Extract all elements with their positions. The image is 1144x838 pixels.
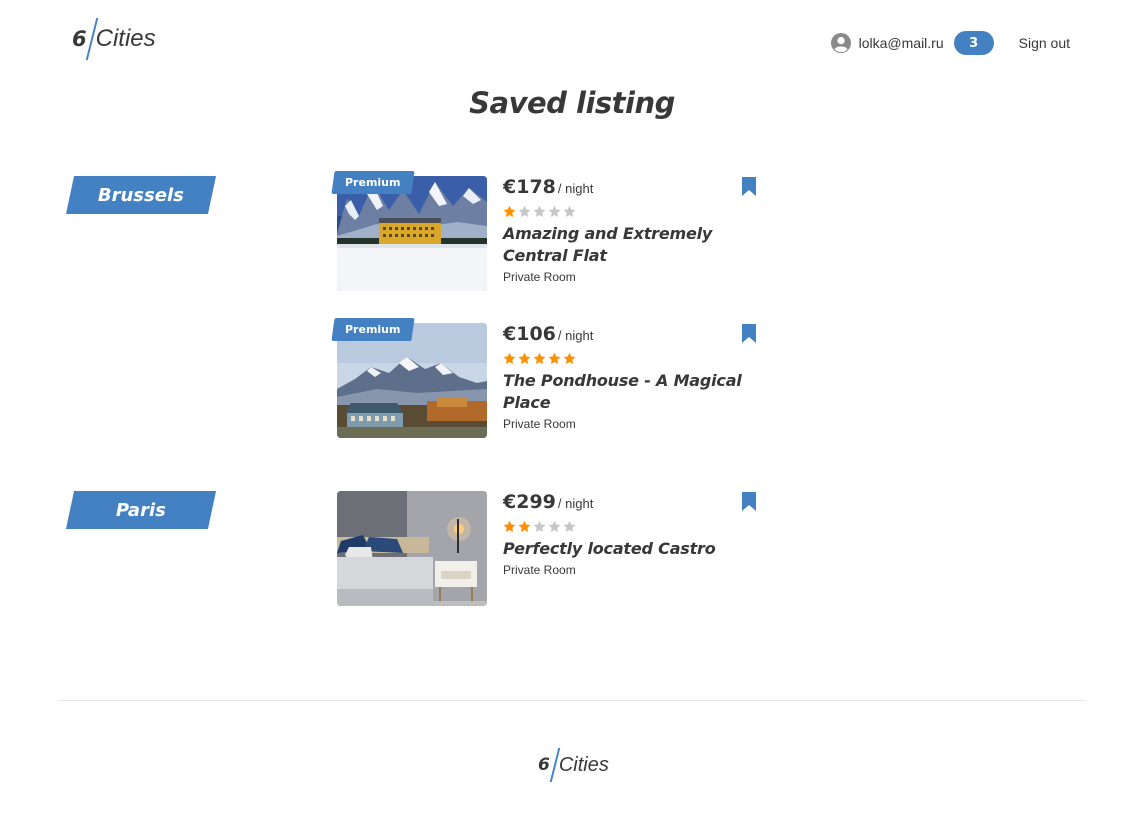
price-period: / night xyxy=(557,496,594,511)
city-tag-brussels[interactable]: Brussels xyxy=(65,176,217,214)
logo-number: 6 xyxy=(72,27,87,51)
star-icon xyxy=(548,352,561,364)
place-card: Premium €178 / night Amazing and Extreme… xyxy=(331,171,761,292)
star-icon xyxy=(563,205,576,217)
price-period: / night xyxy=(557,181,594,196)
page-header: 6 Cities lolka@mail.ru 3 Sign out xyxy=(0,0,1144,84)
place-card-name[interactable]: Amazing and Extremely Central Flat xyxy=(503,223,753,267)
place-name-text: The Pondhouse - A Magical Place xyxy=(503,371,742,412)
price-period: / night xyxy=(557,328,594,343)
logo-text: Cities xyxy=(558,753,609,776)
place-card-info: €178 / night Amazing and Extremely Centr… xyxy=(503,176,761,284)
place-card-info: €299 / night Perfectly located Castro Pr… xyxy=(503,491,761,577)
star-icon xyxy=(503,205,516,217)
rating-stars xyxy=(503,203,761,219)
place-card: €299 / night Perfectly located Castro Pr… xyxy=(337,491,761,607)
footer-divider xyxy=(58,700,1086,701)
premium-mark: Premium xyxy=(331,171,415,194)
place-name-text: Amazing and Extremely Central Flat xyxy=(503,224,713,265)
header-logo[interactable]: 6 Cities xyxy=(72,18,156,60)
star-icon xyxy=(503,520,516,532)
logo-number: 6 xyxy=(538,755,550,775)
bedroom-image xyxy=(337,491,487,606)
price-row: €106 / night xyxy=(503,323,761,349)
price-value: €299 xyxy=(503,491,556,513)
rating-stars xyxy=(503,350,761,366)
sign-out-link[interactable]: Sign out xyxy=(1019,35,1070,51)
city-tag-label: Brussels xyxy=(98,184,184,206)
star-icon xyxy=(548,520,561,532)
bookmark-icon[interactable] xyxy=(741,492,757,512)
star-icon xyxy=(518,205,531,217)
premium-label: Premium xyxy=(345,323,401,336)
place-card-image[interactable] xyxy=(337,491,487,606)
page-title: Saved listing xyxy=(469,86,675,120)
premium-mark: Premium xyxy=(331,318,415,341)
place-name-text: Perfectly located Castro xyxy=(503,539,716,558)
star-icon xyxy=(518,352,531,364)
star-icon xyxy=(563,520,576,532)
place-type: Private Room xyxy=(503,563,576,577)
premium-label: Premium xyxy=(345,176,401,189)
rating-stars xyxy=(503,518,761,534)
bookmark-icon[interactable] xyxy=(741,324,757,344)
favorites-count-badge[interactable]: 3 xyxy=(953,31,994,55)
place-type: Private Room xyxy=(503,270,576,284)
price-value: €106 xyxy=(503,323,556,345)
place-card: Premium €106 / night The Pondhouse - A M… xyxy=(331,318,761,439)
logo-text: Cities xyxy=(95,25,156,52)
star-icon xyxy=(503,352,516,364)
user-navigation: lolka@mail.ru 3 Sign out xyxy=(830,30,1070,56)
star-icon xyxy=(548,205,561,217)
star-icon xyxy=(533,520,546,532)
price-row: €178 / night xyxy=(503,176,761,202)
user-avatar-icon[interactable] xyxy=(830,33,851,53)
city-tag-label: Paris xyxy=(116,499,166,521)
footer-logo[interactable]: 6 Cities xyxy=(538,748,609,782)
star-icon xyxy=(533,352,546,364)
bookmark-icon[interactable] xyxy=(741,177,757,197)
city-tag-paris[interactable]: Paris xyxy=(65,491,217,529)
star-icon xyxy=(518,520,531,532)
star-icon xyxy=(563,352,576,364)
price-value: €178 xyxy=(503,176,556,198)
user-email[interactable]: lolka@mail.ru xyxy=(859,35,944,51)
place-card-name[interactable]: Perfectly located Castro xyxy=(503,538,753,560)
place-card-info: €106 / night The Pondhouse - A Magical P… xyxy=(503,323,761,431)
star-icon xyxy=(533,205,546,217)
price-row: €299 / night xyxy=(503,491,761,517)
place-card-name[interactable]: The Pondhouse - A Magical Place xyxy=(503,370,753,414)
place-type: Private Room xyxy=(503,417,576,431)
